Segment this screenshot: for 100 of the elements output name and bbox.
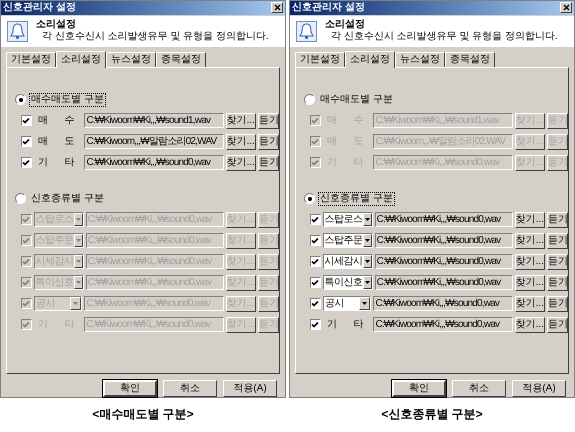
- caret-icon: [73, 302, 78, 306]
- play-button[interactable]: 듣기: [547, 274, 568, 291]
- browse-button[interactable]: 찾기...: [226, 154, 256, 171]
- dialog-button[interactable]: 적용(A): [512, 380, 566, 397]
- tab[interactable]: 소리설정: [56, 50, 106, 68]
- bell-icon: [7, 20, 28, 42]
- radio-label[interactable]: 매수매도별 구분: [319, 94, 394, 106]
- play-button[interactable]: 듣기: [547, 232, 568, 249]
- path-field[interactable]: C:₩Kiwoom,,,₩알람소리02,WAV: [84, 134, 224, 150]
- checkbox[interactable]: [21, 256, 32, 268]
- check-icon: [22, 159, 30, 166]
- radio-button[interactable]: [304, 193, 315, 204]
- dropdown[interactable]: 스탑주문: [322, 233, 373, 248]
- checkbox[interactable]: [21, 298, 32, 310]
- close-button[interactable]: [271, 2, 283, 14]
- tab[interactable]: 뉴스설정: [395, 52, 445, 67]
- caption: <신호종류별 구분>: [381, 406, 483, 423]
- checkbox[interactable]: [310, 235, 321, 246]
- tab[interactable]: 뉴스설정: [106, 52, 156, 67]
- check-icon: [311, 216, 320, 224]
- browse-button[interactable]: 찾기...: [514, 296, 545, 312]
- tab[interactable]: 종목설정: [445, 52, 495, 67]
- browse-button[interactable]: 찾기...: [514, 232, 545, 249]
- checkbox[interactable]: [310, 157, 321, 168]
- dialog-button[interactable]: 취소: [163, 380, 217, 397]
- play-button[interactable]: 듣기: [546, 316, 568, 333]
- checkbox[interactable]: [310, 319, 321, 330]
- check-icon: [311, 159, 320, 166]
- dialog-button[interactable]: 확인: [392, 380, 446, 397]
- row-label: 매 도: [36, 136, 76, 147]
- close-button[interactable]: [560, 2, 572, 14]
- caption: <매수매도별 구분>: [92, 406, 194, 423]
- checkbox[interactable]: [21, 157, 32, 168]
- tab[interactable]: 종목설정: [156, 52, 206, 67]
- checkbox[interactable]: [310, 277, 321, 288]
- browse-button[interactable]: 찾기...: [514, 274, 545, 291]
- row-label: 매 수: [36, 116, 76, 126]
- radio-button[interactable]: [15, 193, 26, 204]
- dialog-button[interactable]: 확인: [103, 380, 157, 397]
- play-button[interactable]: 듣기: [258, 154, 279, 171]
- dropdown[interactable]: 공시: [322, 296, 372, 312]
- tab[interactable]: 기본설정: [295, 52, 345, 67]
- radio-label[interactable]: 신호종류별 구분: [30, 192, 105, 205]
- check-icon: [22, 237, 30, 244]
- caret-icon: [364, 260, 370, 264]
- dropdown[interactable]: 특이신호: [322, 275, 373, 290]
- radio-button[interactable]: [304, 94, 315, 106]
- path-field[interactable]: C:₩Kiwoom₩Ki,,,₩sound0,wav: [374, 212, 513, 228]
- path-field[interactable]: C:₩Kiwoom₩Ki,,,₩sound0,wav: [374, 254, 513, 270]
- dialog-button[interactable]: 적용(A): [223, 380, 277, 397]
- check-icon: [311, 300, 320, 308]
- checkbox[interactable]: [21, 319, 32, 330]
- row-label: 기 타: [326, 320, 365, 330]
- path-field[interactable]: C:₩Kiwoom₩Ki,,,₩sound0,wav: [373, 317, 513, 332]
- path-field[interactable]: C:₩Kiwoom₩Ki,,,₩sound0,wav: [374, 233, 513, 248]
- close-icon: [274, 4, 280, 12]
- browse-button[interactable]: 찾기...: [514, 212, 545, 228]
- check-icon: [22, 138, 30, 146]
- tab[interactable]: 소리설정: [345, 50, 395, 68]
- browse-button[interactable]: 찾기...: [226, 134, 256, 150]
- dialog-button[interactable]: 취소: [452, 380, 506, 397]
- play-button[interactable]: 듣기: [547, 212, 568, 228]
- path-field[interactable]: C:₩Kiwoom₩Ki,,,₩sound0,wav: [374, 275, 513, 290]
- checkbox[interactable]: [310, 214, 321, 226]
- radio-label[interactable]: 신호종류별 구분: [319, 192, 394, 205]
- header-description: 각 신호수신시 소리발생유무 및 유형을 정의합니다.: [41, 31, 269, 44]
- checkbox[interactable]: [310, 115, 321, 126]
- radio-label[interactable]: 매수매도별 구분: [30, 94, 105, 106]
- header-description: 각 신호수신시 소리발생유무 및 유형을 정의합니다.: [330, 31, 558, 44]
- checkbox[interactable]: [310, 256, 321, 268]
- checkbox[interactable]: [21, 136, 32, 148]
- caret-icon: [364, 239, 370, 242]
- checkbox[interactable]: [310, 298, 321, 310]
- window-title: 신호관리자 설정: [3, 2, 76, 13]
- checkbox[interactable]: [21, 235, 32, 246]
- browse-button[interactable]: 찾기...: [226, 112, 256, 129]
- header-title: 소리설정: [325, 19, 366, 32]
- caret-icon: [362, 302, 368, 306]
- browse-button[interactable]: 찾기...: [514, 254, 545, 270]
- path-field[interactable]: C:₩Kiwoom₩Ki,,,₩sound0,wav: [84, 155, 224, 170]
- close-icon: [562, 4, 570, 12]
- tab[interactable]: 기본설정: [6, 52, 56, 67]
- dropdown[interactable]: 스탑로스: [322, 212, 373, 228]
- play-button[interactable]: 듣기: [547, 254, 568, 270]
- path-field[interactable]: C:₩Kiwoom₩Ki,,,₩sound1,wav: [84, 113, 224, 128]
- play-button[interactable]: 듣기: [258, 112, 279, 129]
- browse-button[interactable]: 찾기...: [514, 316, 545, 333]
- bell-icon: [296, 20, 317, 42]
- check-icon: [22, 216, 30, 224]
- header-title: 소리설정: [36, 19, 77, 32]
- dropdown[interactable]: 시세감시: [322, 254, 373, 270]
- play-button[interactable]: 듣기: [258, 134, 279, 150]
- radio-button[interactable]: [15, 94, 26, 106]
- checkbox[interactable]: [21, 277, 32, 288]
- checkbox[interactable]: [21, 214, 32, 226]
- caret-icon: [76, 260, 81, 264]
- checkbox[interactable]: [310, 136, 321, 148]
- path-field[interactable]: C:₩Kiwoom₩Ki,,,₩sound0,wav: [373, 296, 513, 312]
- checkbox[interactable]: [21, 115, 32, 126]
- play-button[interactable]: 듣기: [547, 296, 568, 312]
